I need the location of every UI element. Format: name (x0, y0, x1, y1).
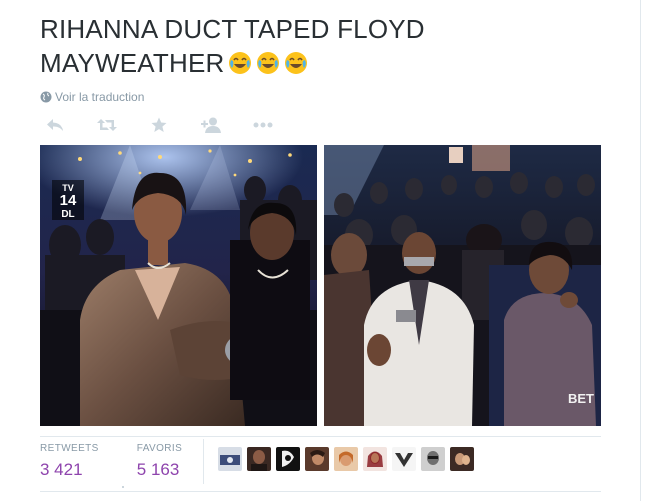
follow-icon (201, 117, 221, 133)
tweet-stats: RETWEETS 3 421 FAVORIS 5 163 (40, 443, 220, 481)
stats-separator (203, 439, 204, 484)
avatar[interactable] (218, 447, 242, 471)
face-with-tears-of-joy-icon (285, 52, 308, 74)
tweet-line-2: MAYWEATHER (40, 46, 620, 80)
favorites-count: 5 163 (136, 460, 180, 479)
tweet-actions (40, 115, 300, 135)
more-icon (253, 122, 273, 128)
more-button[interactable] (248, 115, 278, 135)
tweet-line-1: RIHANNA DUCT TAPED FLOYD (40, 14, 425, 44)
face-with-tears-of-joy-icon (257, 52, 280, 74)
photo-rihanna-holding-tape[interactable]: TV 14 DL (40, 145, 317, 426)
photo-left-illustration: TV 14 DL (40, 145, 317, 426)
reply-icon (47, 119, 63, 131)
globe-icon (40, 91, 52, 103)
avatar[interactable] (334, 447, 358, 471)
avatar[interactable] (392, 447, 416, 471)
media-container: TV 14 DL BET (40, 145, 601, 426)
favorites-stat[interactable]: FAVORIS 5 163 (137, 443, 182, 481)
tweet-page: RIHANNA DUCT TAPED FLOYD MAYWEATHER Voir… (0, 0, 650, 501)
photo-mayweather-taped[interactable]: BET (324, 145, 601, 426)
reply-button[interactable] (40, 115, 70, 135)
favorites-label: FAVORIS (136, 443, 183, 454)
photo-right-illustration: BET (324, 145, 601, 426)
separator-dot (122, 486, 124, 488)
retweets-label: RETWEETS (40, 443, 99, 454)
face-with-tears-of-joy-icon (229, 52, 252, 74)
tv-rating-number: 14 (60, 192, 77, 209)
avatar[interactable] (421, 447, 445, 471)
tweet-line-2-text: MAYWEATHER (40, 48, 225, 78)
translate-link-label: Voir la traduction (55, 90, 145, 104)
favorite-button[interactable] (144, 115, 174, 135)
stats-bottom-divider (40, 491, 601, 492)
avatar[interactable] (247, 447, 271, 471)
retweet-button[interactable] (92, 115, 122, 135)
tv-rating-label: DL (61, 209, 74, 220)
page-divider (640, 0, 641, 501)
favoriters-avatars (218, 447, 479, 471)
avatar[interactable] (305, 447, 329, 471)
retweets-count: 3 421 (40, 460, 83, 479)
tweet-text: RIHANNA DUCT TAPED FLOYD MAYWEATHER (40, 12, 620, 80)
avatar[interactable] (450, 447, 474, 471)
favorite-icon (151, 117, 167, 132)
follow-button[interactable] (196, 115, 226, 135)
translate-link[interactable]: Voir la traduction (40, 90, 144, 104)
network-logo: BET (568, 391, 594, 406)
retweets-stat[interactable]: RETWEETS 3 421 (40, 443, 99, 481)
avatar[interactable] (363, 447, 387, 471)
stats-top-divider (40, 436, 601, 437)
retweet-icon (97, 119, 117, 131)
avatar[interactable] (276, 447, 300, 471)
